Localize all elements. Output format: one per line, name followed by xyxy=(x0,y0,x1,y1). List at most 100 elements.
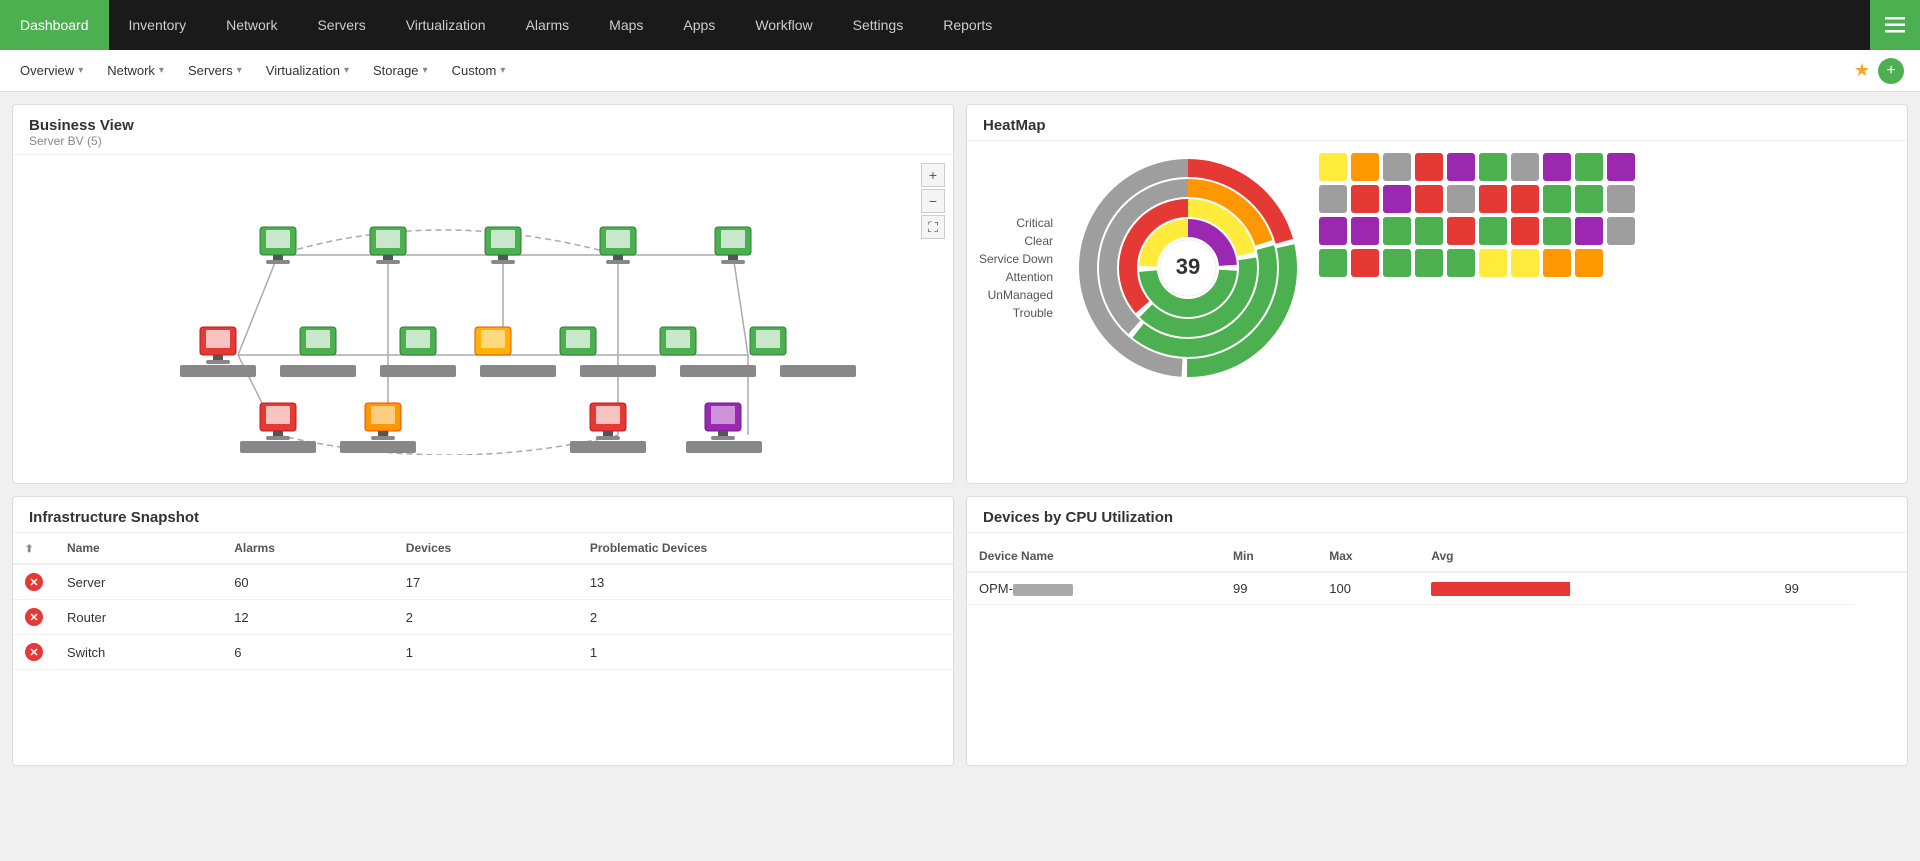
heatmap-cell[interactable] xyxy=(1479,249,1507,277)
heatmap-cell[interactable] xyxy=(1543,217,1571,245)
nav-item-servers[interactable]: Servers xyxy=(297,0,385,50)
heatmap-cell[interactable] xyxy=(1575,217,1603,245)
nav-item-network[interactable]: Network xyxy=(206,0,297,50)
heatmap-cell[interactable] xyxy=(1575,153,1603,181)
svg-text:39: 39 xyxy=(1176,254,1200,279)
heatmap-cell[interactable] xyxy=(1415,217,1443,245)
cpu-avg-value: 99 xyxy=(1772,572,1855,605)
cpu-bar xyxy=(1431,582,1570,596)
status-icon: ✕ xyxy=(25,573,43,591)
heatmap-cell[interactable] xyxy=(1351,249,1379,277)
heatmap-title: HeatMap xyxy=(983,117,1891,134)
cpu-col-avg: Avg xyxy=(1419,541,1772,572)
hamburger-button[interactable] xyxy=(1870,0,1920,50)
table-row: ✕ Server 60 17 13 xyxy=(13,564,953,600)
heatmap-cell[interactable] xyxy=(1351,217,1379,245)
row-devices: 1 xyxy=(394,635,578,670)
heatmap-cell[interactable] xyxy=(1447,185,1475,213)
heatmap-cell[interactable] xyxy=(1383,217,1411,245)
nav-item-virtualization[interactable]: Virtualization xyxy=(386,0,506,50)
add-dashboard-button[interactable]: + xyxy=(1878,58,1904,84)
heatmap-cell[interactable] xyxy=(1479,153,1507,181)
chevron-down-icon: ▾ xyxy=(344,65,349,76)
heatmap-cell[interactable] xyxy=(1383,249,1411,277)
heatmap-cell[interactable] xyxy=(1575,185,1603,213)
zoom-in-button[interactable]: + xyxy=(921,163,945,187)
col-alarms: Alarms xyxy=(222,533,394,564)
legend-clear: Clear xyxy=(979,234,1053,248)
heatmap-cell[interactable] xyxy=(1319,185,1347,213)
nav-item-reports[interactable]: Reports xyxy=(923,0,1012,50)
nav-item-inventory[interactable]: Inventory xyxy=(109,0,207,50)
table-row: ✕ Switch 6 1 1 xyxy=(13,635,953,670)
heatmap-cell[interactable] xyxy=(1479,217,1507,245)
heatmap-cell[interactable] xyxy=(1415,153,1443,181)
heatmap-cell[interactable] xyxy=(1415,185,1443,213)
row-alarms: 12 xyxy=(222,600,394,635)
subnav-overview[interactable]: Overview ▾ xyxy=(8,50,95,91)
chevron-down-icon: ▾ xyxy=(237,65,242,76)
nav-item-workflow[interactable]: Workflow xyxy=(735,0,832,50)
subnav-virtualization[interactable]: Virtualization ▾ xyxy=(254,50,361,91)
heatmap-row xyxy=(1319,217,1895,245)
infra-table: ⬆ Name Alarms Devices Problematic Device… xyxy=(13,533,953,670)
nav-item-settings[interactable]: Settings xyxy=(833,0,924,50)
heatmap-card: HeatMap Critical Clear Service Down Atte… xyxy=(966,104,1908,484)
heatmap-cell[interactable] xyxy=(1447,153,1475,181)
subnav-storage[interactable]: Storage ▾ xyxy=(361,50,440,91)
heatmap-legend: Critical Clear Service Down Attention Un… xyxy=(979,216,1053,320)
heatmap-cell[interactable] xyxy=(1543,153,1571,181)
favorite-button[interactable]: ★ xyxy=(1854,60,1870,81)
cpu-col-device-name: Device Name xyxy=(967,541,1221,572)
heatmap-cell[interactable] xyxy=(1607,217,1635,245)
heatmap-header: HeatMap xyxy=(967,105,1907,141)
row-alarms: 60 xyxy=(222,564,394,600)
nav-item-dashboard[interactable]: Dashboard xyxy=(0,0,109,50)
heatmap-cell[interactable] xyxy=(1319,153,1347,181)
heatmap-body: Critical Clear Service Down Attention Un… xyxy=(967,141,1907,395)
fullscreen-button[interactable]: ⛶ xyxy=(921,215,945,239)
heatmap-cell[interactable] xyxy=(1607,185,1635,213)
subnav-custom[interactable]: Custom ▾ xyxy=(440,50,518,91)
sort-icon[interactable]: ⬆ xyxy=(25,544,33,555)
business-view-subtitle: Server BV (5) xyxy=(29,134,937,148)
heatmap-cell[interactable] xyxy=(1543,249,1571,277)
heatmap-cell[interactable] xyxy=(1607,153,1635,181)
heatmap-cell[interactable] xyxy=(1511,153,1539,181)
legend-critical: Critical xyxy=(979,216,1053,230)
heatmap-cell[interactable] xyxy=(1543,185,1571,213)
heatmap-cell[interactable] xyxy=(1351,185,1379,213)
heatmap-cell[interactable] xyxy=(1511,217,1539,245)
heatmap-cell[interactable] xyxy=(1447,217,1475,245)
heatmap-cell[interactable] xyxy=(1383,185,1411,213)
chevron-down-icon: ▾ xyxy=(159,65,164,76)
main-content: Business View Server BV (5) xyxy=(0,92,1920,778)
business-view-canvas[interactable]: + − ⛶ xyxy=(13,155,953,455)
cpu-col-bar xyxy=(1772,541,1855,572)
heatmap-cell[interactable] xyxy=(1575,249,1603,277)
heatmap-cell[interactable] xyxy=(1319,249,1347,277)
table-row: ✕ Router 12 2 2 xyxy=(13,600,953,635)
heatmap-row xyxy=(1319,249,1895,277)
heatmap-cell[interactable] xyxy=(1319,217,1347,245)
subnav-servers[interactable]: Servers ▾ xyxy=(176,50,254,91)
legend-unmanaged: UnManaged xyxy=(979,288,1053,302)
heatmap-cell[interactable] xyxy=(1447,249,1475,277)
nav-item-maps[interactable]: Maps xyxy=(589,0,663,50)
heatmap-cell[interactable] xyxy=(1511,185,1539,213)
heatmap-cell[interactable] xyxy=(1383,153,1411,181)
business-view-header: Business View Server BV (5) xyxy=(13,105,953,155)
row-devices: 2 xyxy=(394,600,578,635)
heatmap-cell[interactable] xyxy=(1351,153,1379,181)
heatmap-donut-area: Critical Clear Service Down Attention Un… xyxy=(979,153,1303,383)
heatmap-cell[interactable] xyxy=(1511,249,1539,277)
sub-nav: Overview ▾ Network ▾ Servers ▾ Virtualiz… xyxy=(0,50,1920,92)
cpu-col-min: Min xyxy=(1221,541,1317,572)
nav-item-apps[interactable]: Apps xyxy=(663,0,735,50)
nav-item-alarms[interactable]: Alarms xyxy=(506,0,590,50)
subnav-network[interactable]: Network ▾ xyxy=(95,50,176,91)
heatmap-row xyxy=(1319,185,1895,213)
heatmap-cell[interactable] xyxy=(1415,249,1443,277)
zoom-out-button[interactable]: − xyxy=(921,189,945,213)
heatmap-cell[interactable] xyxy=(1479,185,1507,213)
